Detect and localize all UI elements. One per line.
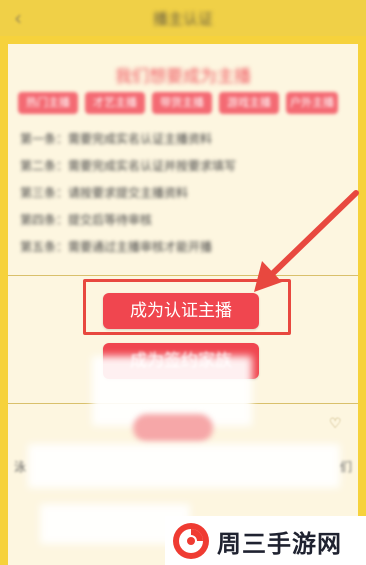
tag-chip[interactable]: 游戏主播 bbox=[219, 92, 279, 114]
redaction-block bbox=[28, 444, 340, 488]
top-bar: ‹ 播主认证 bbox=[0, 0, 366, 36]
info-line: 第五条：需要通过主播审核才能开播 bbox=[20, 240, 213, 254]
tag-chip[interactable]: 才艺主播 bbox=[85, 92, 145, 114]
sheet-title: 我们想要成为主播 bbox=[115, 67, 251, 87]
info-line: 第三条：请按要求提交主播资料 bbox=[20, 186, 189, 200]
footer-text-right: 们 bbox=[340, 460, 353, 474]
heart-icon[interactable]: ♡ bbox=[329, 416, 342, 432]
divider bbox=[8, 275, 358, 276]
blurred-pill-button[interactable] bbox=[133, 414, 213, 442]
tag-chip[interactable]: 热门主播 bbox=[18, 92, 78, 114]
watermark-logo: 周三手游网 bbox=[165, 516, 366, 565]
logo-icon bbox=[173, 523, 209, 559]
footer-text-left: 泳 bbox=[14, 460, 27, 474]
tag-chip[interactable]: 户外主播 bbox=[286, 92, 338, 114]
info-line: 第二条：需要完成实名认证并按要求填写 bbox=[20, 159, 237, 173]
highlight-box bbox=[83, 279, 291, 335]
tag-chip[interactable]: 带货主播 bbox=[152, 92, 212, 114]
info-line: 第一条：需要完成实名认证主播资料 bbox=[20, 132, 213, 146]
watermark-brand-text: 周三手游网 bbox=[217, 530, 342, 558]
info-line: 第四条：提交后等待审核 bbox=[20, 213, 153, 227]
page-title: 播主认证 bbox=[152, 10, 213, 28]
